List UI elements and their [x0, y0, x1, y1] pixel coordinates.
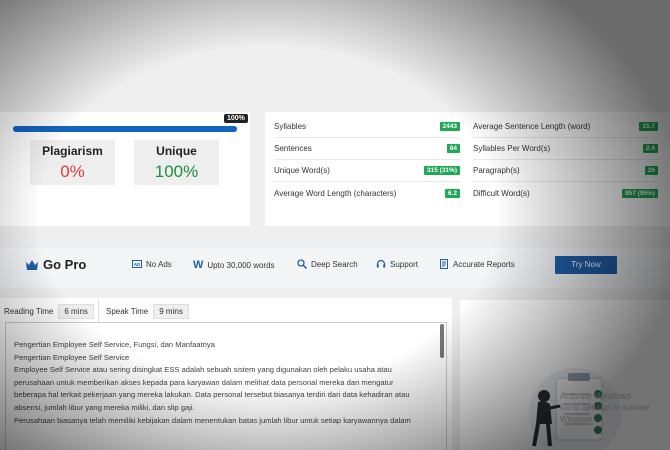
progress-fill [13, 126, 237, 132]
stat-row: Syllables Per Word(s) 2.4 [473, 138, 658, 160]
stat-label: Syllables [274, 122, 307, 131]
plagiarism-label: Plagiarism [42, 144, 103, 158]
feature-word-limit: W Upto 30,000 words [193, 259, 275, 271]
stats-column-left: Syllables 2443 Sentences 84 Unique Word(s)… [274, 116, 460, 204]
feature-label: Support [390, 259, 419, 269]
unique-value: 100% [154, 162, 199, 181]
reading-time: Reading Time 6 mins [4, 303, 94, 319]
stat-value: 84 [446, 144, 460, 153]
feature-label: Deep Search [311, 259, 358, 269]
svg-text:AD: AD [134, 262, 141, 267]
search-icon [297, 259, 307, 269]
progress-badge: 100% [224, 114, 248, 123]
text-line: perusahaan untuk memberikan akses kepada… [14, 377, 394, 387]
stat-row: Unique Word(s) 315 (31%) [274, 160, 460, 182]
text-line: beberapa hal terkait pekerjaan yang mere… [14, 390, 410, 400]
word-icon: W [193, 259, 204, 271]
stats-column-right: Average Sentence Length (word) 15.7 Sylla… [473, 116, 658, 204]
ad-icon: AD [132, 260, 142, 268]
feature-accurate-reports: Accurate Reports [439, 259, 515, 269]
reading-time-label: Reading Time [4, 306, 54, 316]
text-line: absensi, jumlah libur yang mereka miliki… [14, 402, 195, 412]
stat-value: 2.4 [642, 144, 658, 153]
stat-row: Difficult Word(s) 957 (95%) [473, 182, 658, 204]
text-line: Perusahaan biasanya telah memiliki kebij… [14, 415, 411, 425]
stat-value: 6.2 [444, 188, 460, 198]
go-pro-label: Go Pro [43, 257, 87, 272]
stat-label: Difficult Word(s) [473, 188, 530, 198]
go-pro-title: Go Pro [26, 257, 86, 272]
stat-label: Average Word Length (characters) [274, 188, 397, 198]
stat-label: Average Sentence Length (word) [473, 122, 591, 131]
text-line: Pengertian Employee Self Service [14, 352, 130, 362]
stat-label: Paragraph(s) [473, 166, 520, 175]
speak-time-label: Speak Time [106, 306, 149, 316]
stat-row: Sentences 84 [274, 138, 460, 160]
stat-row: Paragraph(s) 26 [473, 160, 658, 182]
speak-time: Speak Time 9 mins [106, 303, 189, 319]
text-input-area[interactable]: Pengertian Employee Self Service, Fungsi… [5, 322, 447, 450]
report-icon [440, 259, 448, 269]
stat-value: 2443 [439, 122, 460, 131]
stat-row: Syllables 2443 [274, 116, 460, 138]
progress-bar [13, 126, 237, 132]
stat-row: Average Word Length (characters) 6.2 [274, 182, 460, 204]
feature-label: Accurate Reports [453, 259, 515, 269]
stat-label: Unique Word(s) [274, 166, 330, 175]
stat-value: 15.7 [639, 122, 658, 131]
unique-box: Unique 100% [134, 140, 219, 185]
stat-value: 26 [644, 166, 658, 175]
crown-icon [26, 259, 38, 270]
feature-support: Support [376, 259, 418, 269]
stat-row: Average Sentence Length (word) 15.7 [473, 116, 658, 138]
text-line: Pengertian Employee Self Service, Fungsi… [14, 340, 215, 349]
feature-deep-search: Deep Search [297, 259, 358, 269]
feature-label: Upto 30,000 words [207, 260, 275, 270]
unique-label: Unique [156, 144, 197, 158]
reading-time-value: 6 mins [58, 303, 94, 319]
stat-value: 957 (95%) [622, 188, 658, 198]
speak-time-value: 9 mins [153, 303, 189, 319]
feature-label: No Ads [146, 259, 172, 269]
plagiarism-box: Plagiarism 0% [30, 140, 115, 185]
watermark-line2: Go to Settings to activate Windows. [560, 403, 650, 424]
divider [98, 300, 99, 322]
try-now-button[interactable]: Try Now [555, 256, 617, 274]
scrollbar[interactable] [440, 324, 444, 358]
text-line: Employee Self Service atau sering dising… [14, 365, 392, 375]
feature-no-ads: AD No Ads [132, 259, 172, 269]
watermark-line1: Activate Windows [560, 391, 632, 401]
headset-icon [376, 259, 386, 268]
activate-windows-watermark: Activate Windows Go to Settings to activ… [560, 390, 670, 426]
stat-label: Syllables Per Word(s) [473, 144, 551, 153]
stat-value: 315 (31%) [424, 166, 460, 175]
stat-label: Sentences [274, 144, 312, 153]
plagiarism-value: 0% [60, 162, 85, 181]
